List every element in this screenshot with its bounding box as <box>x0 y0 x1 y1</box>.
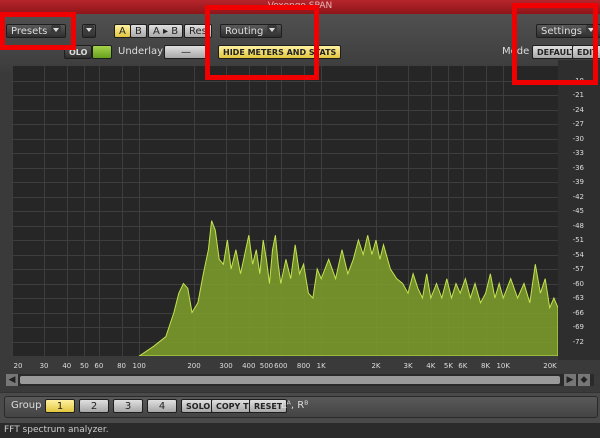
x-tick-label: 60 <box>94 362 104 370</box>
ab-a-button[interactable]: A <box>114 24 131 38</box>
y-tick-label: -24 <box>572 105 584 114</box>
x-tick-label: 6K <box>458 362 468 370</box>
scroll-thumb[interactable] <box>20 376 560 384</box>
highlight-routing <box>205 5 319 80</box>
x-tick-label: 40 <box>62 362 72 370</box>
y-tick-label: -69 <box>572 323 584 331</box>
y-tick-label: -54 <box>572 250 584 259</box>
x-tick-label: 50 <box>79 362 89 370</box>
zoom-icon[interactable]: ◆ <box>578 374 590 386</box>
x-tick-label: 800 <box>296 362 311 370</box>
x-tick-label: 4K <box>426 362 436 370</box>
color-swatch-button[interactable] <box>92 45 112 59</box>
group-4-button[interactable]: 4 <box>147 399 177 413</box>
channel-label: Lᴬ, Rᴮ <box>281 400 309 411</box>
x-tick-label: 5K <box>443 362 453 370</box>
x-tick-label: 500 <box>259 362 274 370</box>
y-tick-label: -33 <box>572 149 584 157</box>
x-tick-label: 100 <box>132 362 146 370</box>
preset-menu-button[interactable] <box>82 24 96 38</box>
y-tick-label: -27 <box>572 120 584 128</box>
highlight-settings <box>512 3 598 85</box>
y-tick-label: -39 <box>572 178 584 186</box>
status-bar: FFT spectrum analyzer. <box>0 423 600 438</box>
scroll-right-icon[interactable]: ▶ <box>564 374 576 386</box>
y-tick-label: -72 <box>572 337 584 346</box>
y-tick-label: -57 <box>572 265 584 273</box>
x-tick-label: 600 <box>274 362 288 370</box>
y-tick-label: -30 <box>572 134 584 143</box>
horizontal-scrollbar[interactable]: ◀ ▶ ◆ <box>6 374 594 386</box>
ab-b-button[interactable]: B <box>130 24 147 38</box>
spectrum-plot[interactable] <box>12 66 559 356</box>
underlay-select[interactable]: — <box>164 45 208 59</box>
group-label: Group <box>11 400 42 411</box>
scroll-left-icon[interactable]: ◀ <box>6 374 18 386</box>
group-2-button[interactable]: 2 <box>79 399 109 413</box>
y-tick-label: -42 <box>572 192 584 201</box>
x-tick-label: 200 <box>187 362 201 370</box>
x-tick-label: 8K <box>481 362 491 370</box>
x-tick-label: 3K <box>403 362 413 370</box>
x-tick-label: 10K <box>496 362 510 370</box>
x-tick-label: 300 <box>219 362 233 370</box>
x-tick-label: 80 <box>117 362 127 370</box>
group-1-button[interactable]: 1 <box>45 399 75 413</box>
y-tick-label: -63 <box>572 294 584 302</box>
y-tick-label: -36 <box>572 163 584 172</box>
ab-copy-button[interactable]: A ▸ B <box>148 24 184 38</box>
y-tick-label: -21 <box>572 91 584 99</box>
x-tick-label: 20 <box>13 362 23 370</box>
y-tick-label: -51 <box>572 236 584 244</box>
y-tick-label: -60 <box>572 279 584 288</box>
highlight-presets <box>0 12 76 50</box>
spectrum-fill <box>138 220 558 356</box>
underlay-label: Underlay <box>118 46 164 57</box>
x-tick-label: 400 <box>242 362 256 370</box>
x-tick-label: 1K <box>316 362 326 370</box>
spectrum-graph <box>138 220 558 356</box>
chevron-down-icon <box>84 25 94 35</box>
x-tick-label: 20K <box>543 362 557 370</box>
x-tick-label: 2K <box>371 362 381 370</box>
x-tick-label: 30 <box>39 362 49 370</box>
group-panel: Group 1 2 3 4 SOLO COPY TO RESET Lᴬ, Rᴮ <box>4 396 598 418</box>
y-tick-label: -45 <box>572 207 584 215</box>
y-tick-label: -48 <box>572 221 584 230</box>
group-3-button[interactable]: 3 <box>113 399 143 413</box>
y-tick-label: -66 <box>572 308 584 317</box>
